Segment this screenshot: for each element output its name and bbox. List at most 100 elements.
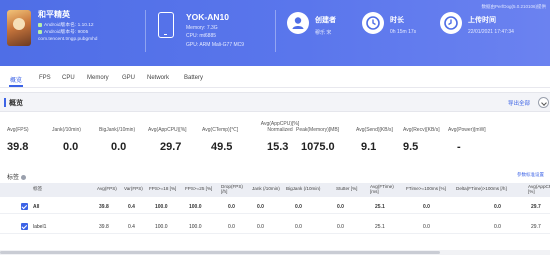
scrollbar-thumb[interactable] [0,251,440,254]
tab-network[interactable]: Network [147,75,169,81]
metric-value-jank: 0.0 [63,141,79,153]
duration-label: 时长 [390,17,404,24]
section-marker [4,98,6,107]
overview-title: 概览 [9,100,23,107]
metric-label-avg-recv: Avg(Recv)[KB/s] [403,127,440,133]
creator-label: 创建者 [315,17,336,24]
metric-value-avg-appcpu-normalized: 15.3 [267,141,289,153]
header-divider [275,10,276,52]
table-cell: 39.8 [99,204,109,210]
metric-value-peak-memory: 1075.0 [301,141,335,153]
table-cell: 0.0 [494,224,501,230]
upload-label: 上传时间 [468,17,496,24]
clock-icon [362,12,384,34]
column-header[interactable]: 标签 [33,186,42,192]
report-header: 和平精英 Android版本名: 1.10.12 Android版本号: 900… [0,0,550,66]
user-icon [287,12,309,34]
table-cell: 100.0 [155,204,168,210]
column-header[interactable]: FTime>=100ms [%] [406,186,446,191]
device-cpu: CPU: mt6885 [186,33,217,39]
app-package: com.tencent.tmgp.pubgmhd [38,37,98,42]
table-cell: 100.0 [189,224,202,230]
table-cell: 100.0 [155,224,168,230]
tab-fps[interactable]: FPS [39,75,51,81]
metric-label-bigjank: BigJank(/10min) [99,127,136,133]
table-cell: 39.8 [99,224,109,230]
table-cell: 25.1 [375,204,385,210]
metric-label-peak-memory: Peak(Memory)[MB] [296,127,340,133]
creator-value: 穆乐 宋 [315,30,332,36]
help-icon[interactable] [21,174,27,180]
metric-label-avg-send: Avg(Send)[KB/s] [356,127,393,133]
app-version-code: Android版本号: 9005 [38,28,88,35]
metric-value-avg-send: 9.1 [361,141,377,153]
phone-icon [158,12,174,38]
header-divider [145,10,146,52]
column-header[interactable]: FPS>=18 [%] [149,186,176,191]
column-header[interactable]: FPS>=25 [%] [185,186,212,191]
table-row[interactable]: All 39.8 0.4 100.0 100.0 0.0 0.0 0.0 0.0… [0,200,550,214]
upload-value: 22/01/2021 17:47:34 [468,29,514,35]
metric-value-avg-ctemp: 49.5 [211,141,233,153]
upload-time-icon [440,12,462,34]
metric-value-avg-appcpu: 29.7 [160,141,182,153]
table-header: 标签 Avg(FPS) Var(FPS) FPS>=18 [%] FPS>=25… [0,183,550,197]
table-cell: 0.0 [228,204,235,210]
tab-overview[interactable]: 概览 [8,75,24,87]
table-cell: 0.0 [295,204,302,210]
column-header[interactable]: Jank (/10min) [252,186,280,191]
table-cell: 0.0 [295,224,302,230]
table-cell: 25.1 [375,224,385,230]
column-header[interactable]: Delta(FTime)>100ms [/h] [456,186,507,191]
column-header[interactable]: Avg(FPS) [97,186,117,191]
device-name: YOK-AN10 [186,12,229,22]
table-cell: 0.0 [257,204,264,210]
table-row[interactable]: label1 39.8 0.4 100.0 100.0 0.0 0.0 0.0 … [0,220,550,234]
table-cell: 0.0 [337,224,344,230]
column-header[interactable]: Avg(FTime) [ms] [370,184,398,194]
row-checkbox[interactable] [21,203,28,210]
table-cell: 100.0 [189,204,202,210]
android-icon [38,22,42,27]
metric-label-avg-power: Avg(Power)[mW] [448,127,486,133]
table-cell: label1 [33,224,47,230]
tab-bar: 概览 FPS CPU Memory GPU Network Battery [0,70,550,88]
column-header[interactable]: Stutter [%] [336,186,357,191]
tag-section-title: 标签 [7,172,27,181]
metric-label-jank: Jank(/10min) [52,127,81,133]
column-header[interactable]: Avg(AppCP [%] [528,184,550,194]
app-version-name: Android版本名: 1.10.12 [38,21,94,28]
tab-memory[interactable]: Memory [87,75,109,81]
table-cell: 29.7 [531,224,541,230]
metric-value-avg-fps: 39.8 [7,141,29,153]
column-header[interactable]: BigJank (/10min) [286,186,320,191]
param-settings-link[interactable]: 参数标准设置 [517,172,544,178]
app-name: 和平精英 [38,10,70,19]
table-cell: 0.0 [228,224,235,230]
device-gpu: GPU: ARM Mali-G77 MC9 [186,42,245,48]
horizontal-scrollbar[interactable] [0,250,550,255]
metric-label-avg-ctemp: Avg(CTemp)[℃] [202,127,239,133]
android-icon [38,29,42,34]
metric-value-avg-power: - [457,141,461,153]
table-cell: 0.0 [423,204,430,210]
device-memory: Memory: 7.3G [186,25,218,31]
tab-cpu[interactable]: CPU [62,75,75,81]
collapse-chevron-icon[interactable] [538,97,549,108]
overview-header: 概览 导出全部 [0,92,550,112]
row-checkbox[interactable] [21,223,28,230]
table-cell: 0.4 [128,204,135,210]
metric-label-avg-appcpu: Avg(AppCPU)[%] [148,127,187,133]
table-cell: 0.0 [494,204,501,210]
tab-battery[interactable]: Battery [184,75,203,81]
metric-value-bigjank: 0.0 [111,141,127,153]
column-header[interactable]: Var(FPS) [124,186,143,191]
metric-value-avg-recv: 9.5 [403,141,419,153]
tab-gpu[interactable]: GPU [122,75,135,81]
metric-label-avg-fps: Avg(FPS) [7,127,29,133]
table-cell: 0.0 [337,204,344,210]
column-header[interactable]: Drop(FPS) [/h] [221,184,247,194]
duration-value: 0h 15m 17s [390,29,417,35]
table-cell: All [33,204,40,210]
export-all-link[interactable]: 导出全部 [508,99,530,107]
